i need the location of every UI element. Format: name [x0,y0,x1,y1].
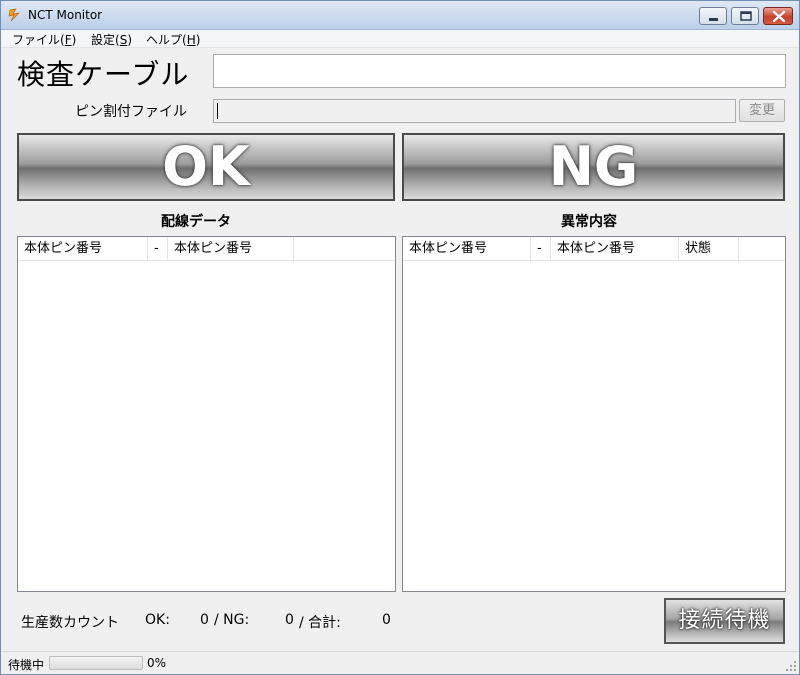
col-pin-a[interactable]: 本体ピン番号 [18,237,148,260]
menu-file[interactable]: ファイル(F) [12,31,76,48]
change-button[interactable]: 変更 [739,99,785,122]
wiring-list[interactable]: 本体ピン番号 - 本体ピン番号 [17,236,396,592]
text-caret [217,103,218,119]
connect-button[interactable]: 接続待機 [664,598,785,644]
minimize-button[interactable] [699,7,727,25]
total-count-label: / 合計: [299,615,341,631]
ng-count-label: / NG: [214,612,250,628]
errors-title: 異常内容 [561,214,617,230]
close-button[interactable] [763,7,793,25]
title-bar[interactable]: NCT Monitor [1,1,799,30]
pin-file-label: ピン割付ファイル [75,104,187,120]
progress-percent: 0% [147,656,167,670]
col-separator[interactable]: - [148,237,168,260]
col-separator[interactable]: - [531,237,551,260]
count-label: 生産数カウント [21,615,119,631]
menu-help[interactable]: ヘルプ(H) [146,31,200,48]
maximize-button[interactable] [731,7,759,25]
ok-count-label: OK: [145,612,170,628]
ok-indicator: OK [17,133,395,201]
resize-grip-icon[interactable] [785,660,797,672]
menu-bar: ファイル(F) 設定(S) ヘルプ(H) [1,30,799,48]
app-window: NCT Monitor ファイル(F) 設定(S) ヘルプ(H) 検査ケーブル … [0,0,800,675]
wiring-list-header: 本体ピン番号 - 本体ピン番号 [18,237,395,261]
errors-list-header: 本体ピン番号 - 本体ピン番号 状態 [403,237,785,261]
col-pin-b[interactable]: 本体ピン番号 [168,237,294,260]
col-status[interactable]: 状態 [679,237,739,260]
errors-list[interactable]: 本体ピン番号 - 本体ピン番号 状態 [402,236,786,592]
maximize-icon [740,11,752,21]
close-icon [772,10,786,23]
cable-label: 検査ケーブル [17,58,190,91]
minimize-icon [709,18,718,21]
wiring-title: 配線データ [161,214,231,230]
ng-count-value: 0 [285,612,294,628]
menu-settings[interactable]: 設定(S) [91,31,132,48]
app-logo-icon [8,8,21,22]
status-bar: 待機中 0% [1,651,799,674]
total-count-value: 0 [382,612,391,628]
ng-indicator: NG [402,133,785,201]
progress-bar [49,656,143,670]
pin-file-input[interactable] [213,99,736,123]
ok-count-value: 0 [200,612,209,628]
cable-input[interactable] [213,54,786,88]
window-title: NCT Monitor [28,8,103,22]
col-pin-b[interactable]: 本体ピン番号 [551,237,679,260]
status-text: 待機中 [8,658,45,672]
col-pin-a[interactable]: 本体ピン番号 [403,237,531,260]
